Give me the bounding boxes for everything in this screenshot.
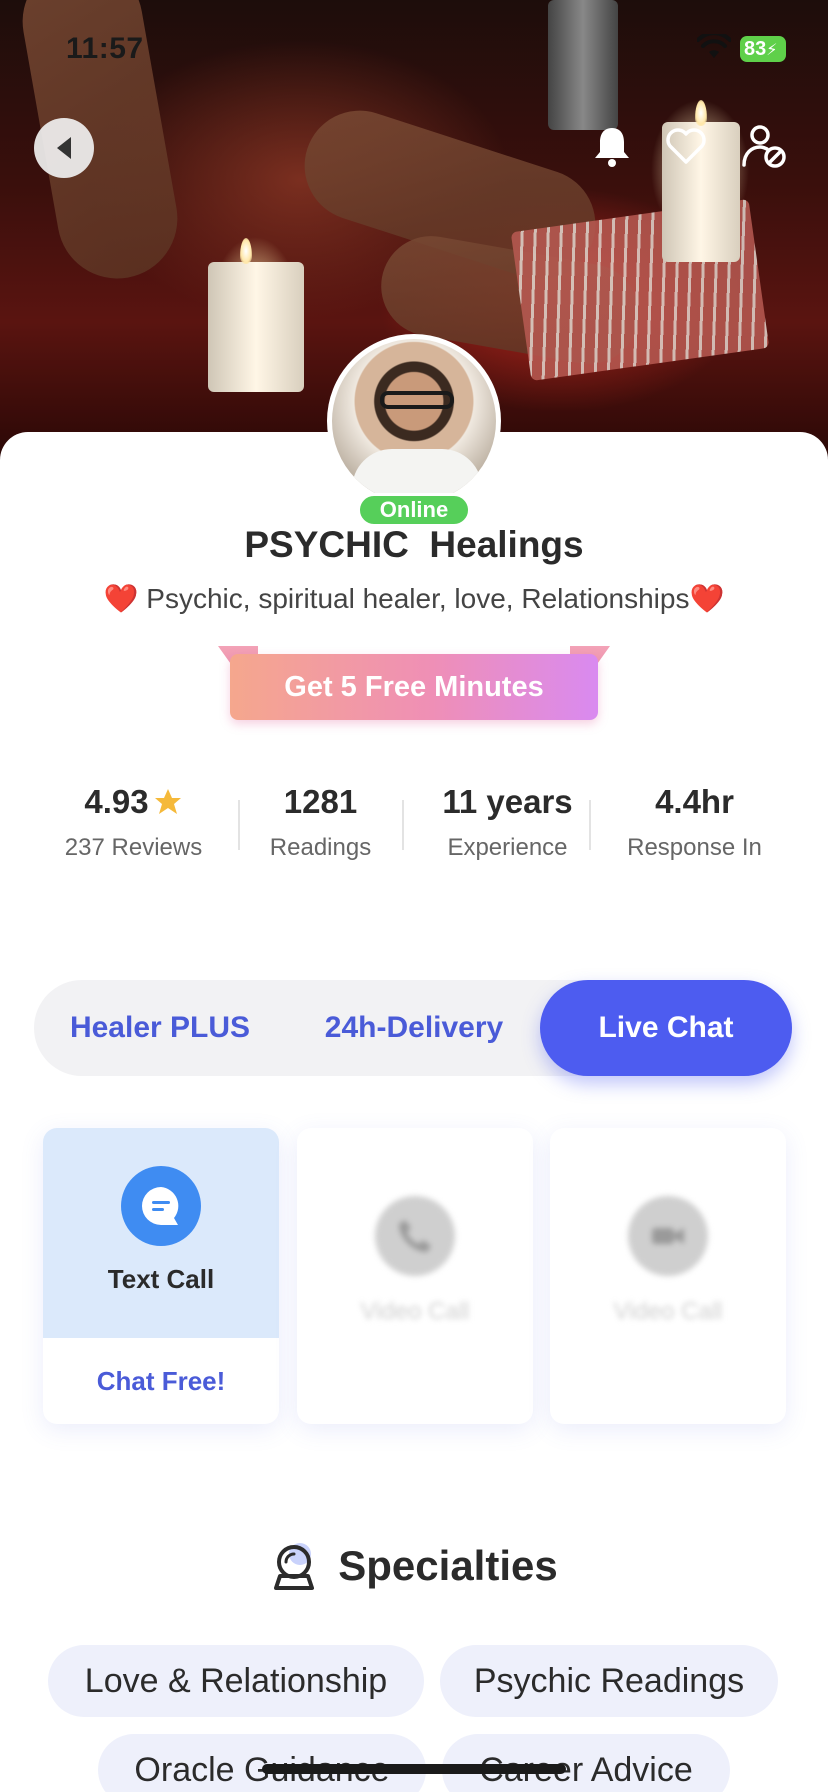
voice-call-card[interactable]: Video Call <box>297 1128 533 1424</box>
phone-icon <box>375 1196 455 1276</box>
text-call-title: Text Call <box>107 1264 215 1294</box>
back-button[interactable] <box>34 118 94 178</box>
readings-label: Readings <box>269 834 372 861</box>
advisor-tagline: ❤️ Psychic, spiritual healer, love, Rela… <box>103 583 725 614</box>
avatar[interactable] <box>327 334 501 508</box>
star-icon <box>154 789 181 814</box>
specialty-chip[interactable]: Love & Relationship <box>48 1645 424 1717</box>
favorite-button[interactable] <box>662 122 710 170</box>
promo-banner[interactable]: Get 5 Free Minutes <box>218 646 610 722</box>
readings-value: 1281 <box>283 783 358 820</box>
crystal-ball-icon <box>274 1543 315 1590</box>
reviews-label: 237 Reviews <box>64 834 203 861</box>
response-value: 4.4hr <box>655 783 734 820</box>
specialties-title: Specialties <box>338 1542 558 1589</box>
tab-live-chat[interactable]: Live Chat <box>540 980 792 1076</box>
stat-divider <box>402 800 404 850</box>
specialties-header: Specialties <box>0 1536 828 1596</box>
notification-button[interactable] <box>588 122 636 170</box>
specialty-chip[interactable]: Career Advice <box>442 1734 730 1792</box>
video-icon <box>628 1196 708 1276</box>
stat-divider <box>238 800 240 850</box>
service-tabs: Healer PLUS 24h-Delivery Live Chat <box>34 980 792 1076</box>
stats-row: 4.93 237 Reviews 1281 Readings 11 years … <box>40 780 788 870</box>
experience-label: Experience <box>447 834 568 861</box>
battery-indicator: 83⚡ <box>740 36 786 62</box>
stat-readings: 1281 Readings <box>227 780 414 870</box>
block-user-button[interactable] <box>740 122 788 170</box>
stat-response: 4.4hr Response In <box>601 780 788 870</box>
chat-free-button[interactable]: Chat Free! <box>43 1338 279 1424</box>
free-minutes-button[interactable]: Get 5 Free Minutes <box>230 654 598 720</box>
text-call-card[interactable]: Text Call Chat Free! <box>43 1128 279 1424</box>
advisor-name: PSYCHIC Healings <box>244 524 584 565</box>
video-call-card[interactable]: Video Call <box>550 1128 786 1424</box>
tab-healer-plus[interactable]: Healer PLUS <box>34 980 286 1076</box>
battery-level: 83 <box>744 38 767 60</box>
bell-icon <box>595 128 629 167</box>
heart-icon <box>666 128 706 164</box>
wifi-icon <box>697 34 731 58</box>
video-call-title: Video Call <box>613 1298 723 1325</box>
rating-value: 4.93 <box>84 783 149 820</box>
specialty-chip[interactable]: Oracle Guidance <box>98 1734 426 1792</box>
response-label: Response In <box>627 834 762 861</box>
status-time: 11:57 <box>66 32 144 65</box>
user-block-icon <box>742 125 786 168</box>
voice-call-title: Video Call <box>360 1298 470 1325</box>
experience-value: 11 years <box>442 783 573 820</box>
specialty-chip[interactable]: Psychic Readings <box>440 1645 778 1717</box>
stat-rating: 4.93 237 Reviews <box>40 780 227 870</box>
back-arrow-icon <box>57 137 71 159</box>
chat-icon <box>121 1166 201 1246</box>
online-badge: Online <box>357 493 471 527</box>
stat-experience: 11 years Experience <box>414 780 601 870</box>
stat-divider <box>589 800 591 850</box>
status-bar: 11:57 83⚡ <box>0 0 828 100</box>
home-indicator[interactable] <box>262 1764 566 1774</box>
tab-24h-delivery[interactable]: 24h-Delivery <box>286 980 542 1076</box>
charging-icon: ⚡ <box>766 42 778 59</box>
